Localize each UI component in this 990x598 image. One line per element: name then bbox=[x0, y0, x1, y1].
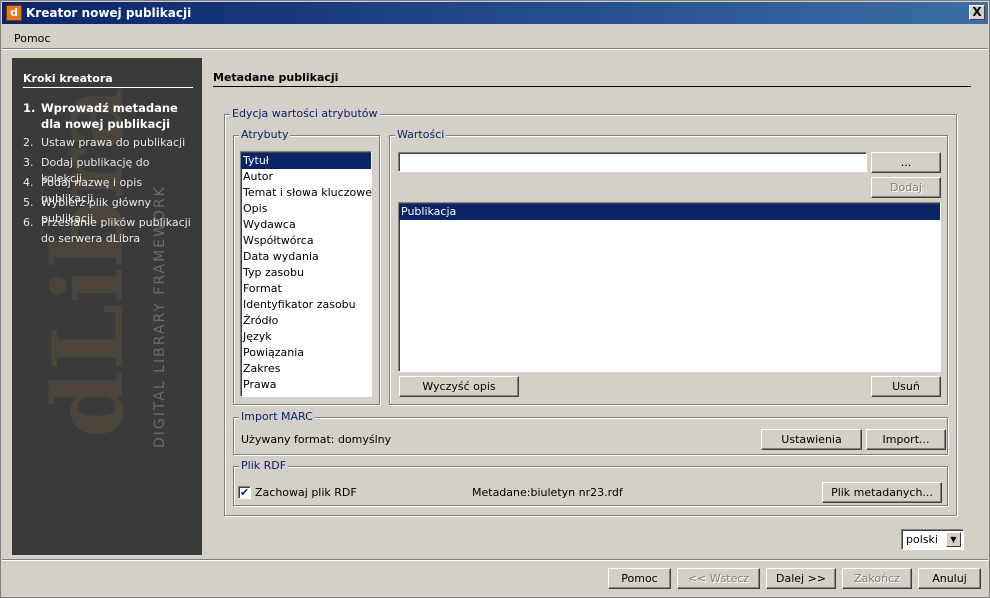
footer-divider-highlight bbox=[2, 560, 988, 561]
list-item[interactable]: Format bbox=[241, 281, 371, 297]
values-legend: Wartości bbox=[395, 128, 447, 141]
metadata-file-button[interactable]: Plik metadanych... bbox=[822, 482, 942, 503]
attributes-legend: Atrybuty bbox=[239, 128, 291, 141]
step-number: 3. bbox=[23, 156, 34, 169]
menu-bar: Pomoc bbox=[2, 25, 988, 49]
list-item[interactable]: Publikacja bbox=[399, 204, 940, 220]
menu-help[interactable]: Pomoc bbox=[14, 32, 50, 45]
list-item[interactable]: Identyfikator zasobu bbox=[241, 297, 371, 313]
list-item[interactable]: Temat i słowa kluczowe bbox=[241, 185, 372, 201]
step-label: Przesłanie plików publikacji do serwera … bbox=[41, 216, 191, 245]
finish-button[interactable]: Zakończ bbox=[842, 568, 912, 589]
list-item[interactable]: Powiązania bbox=[241, 345, 371, 361]
rdf-legend: Plik RDF bbox=[239, 459, 289, 472]
metadata-file-text: Metadane:biuletyn nr23.rdf bbox=[472, 486, 623, 499]
remove-value-button[interactable]: Usuń bbox=[871, 376, 941, 397]
menu-divider bbox=[2, 49, 988, 50]
step-label: Ustaw prawa do publikacji bbox=[41, 136, 186, 149]
chevron-down-icon[interactable]: ▼ bbox=[946, 532, 961, 547]
list-item[interactable]: Tytuł bbox=[241, 153, 371, 169]
list-item[interactable]: Prawa bbox=[241, 377, 371, 393]
step-1: 1. Wprowadź metadane dla nowej publikacj… bbox=[23, 100, 195, 132]
marc-legend: Import MARC bbox=[239, 410, 315, 423]
keep-rdf-label: Zachowaj plik RDF bbox=[255, 486, 357, 499]
cancel-button[interactable]: Anuluj bbox=[918, 568, 981, 589]
step-number: 6. bbox=[23, 216, 34, 229]
marc-format-text: Używany format: domyślny bbox=[241, 433, 392, 446]
clear-description-button[interactable]: Wyczyść opis bbox=[399, 376, 519, 397]
wizard-steps-panel: dLibra DIGITAL LIBRARY FRAMEWORK Kroki k… bbox=[12, 58, 202, 555]
list-item[interactable]: Źródło bbox=[241, 313, 371, 329]
import-button[interactable]: Import... bbox=[866, 429, 946, 450]
keep-rdf-checkbox[interactable]: ✔ bbox=[238, 486, 251, 499]
dlibra-watermark: dLibra DIGITAL LIBRARY FRAMEWORK bbox=[32, 87, 168, 448]
language-value: polski bbox=[906, 533, 938, 546]
window-title: Kreator nowej publikacji bbox=[26, 6, 192, 20]
step-label: Wprowadź metadane dla nowej publikacji bbox=[41, 101, 178, 131]
settings-button[interactable]: Ustawienia bbox=[761, 429, 862, 450]
next-button[interactable]: Dalej >> bbox=[766, 568, 836, 589]
step-number: 2. bbox=[23, 136, 34, 149]
list-item[interactable]: Język bbox=[241, 329, 371, 345]
attributes-list[interactable]: Tytuł Autor Temat i słowa kluczowe Opis … bbox=[240, 151, 372, 397]
page-title: Metadane publikacji bbox=[213, 71, 971, 87]
list-item[interactable]: Data wydania bbox=[241, 249, 371, 265]
title-bar[interactable]: d Kreator nowej publikacji X bbox=[2, 2, 988, 24]
step-number: 1. bbox=[23, 101, 36, 115]
step-number: 4. bbox=[23, 176, 34, 189]
value-input[interactable] bbox=[398, 152, 867, 172]
list-item[interactable]: Zakres bbox=[241, 361, 371, 377]
edit-group-legend: Edycja wartości atrybutów bbox=[230, 107, 380, 120]
step-number: 5. bbox=[23, 196, 34, 209]
step-6: 6. Przesłanie plików publikacji do serwe… bbox=[23, 215, 195, 247]
wizard-window: d Kreator nowej publikacji X Pomoc dLibr… bbox=[0, 0, 990, 598]
list-item[interactable]: Współtwórca bbox=[241, 233, 371, 249]
list-item[interactable]: Autor bbox=[241, 169, 371, 185]
steps-title: Kroki kreatora bbox=[23, 72, 193, 88]
values-list[interactable]: Publikacja bbox=[398, 202, 941, 372]
close-button[interactable]: X bbox=[969, 5, 985, 20]
browse-button[interactable]: ... bbox=[871, 152, 941, 173]
language-select[interactable]: polski ▼ bbox=[901, 529, 964, 550]
add-value-button[interactable]: Dodaj bbox=[871, 177, 941, 198]
list-item[interactable]: Wydawca bbox=[241, 217, 371, 233]
dlibra-app-icon: d bbox=[6, 5, 22, 21]
help-button[interactable]: Pomoc bbox=[608, 568, 671, 589]
list-item[interactable]: Opis bbox=[241, 201, 371, 217]
back-button[interactable]: << Wstecz bbox=[677, 568, 760, 589]
list-item[interactable]: Typ zasobu bbox=[241, 265, 371, 281]
